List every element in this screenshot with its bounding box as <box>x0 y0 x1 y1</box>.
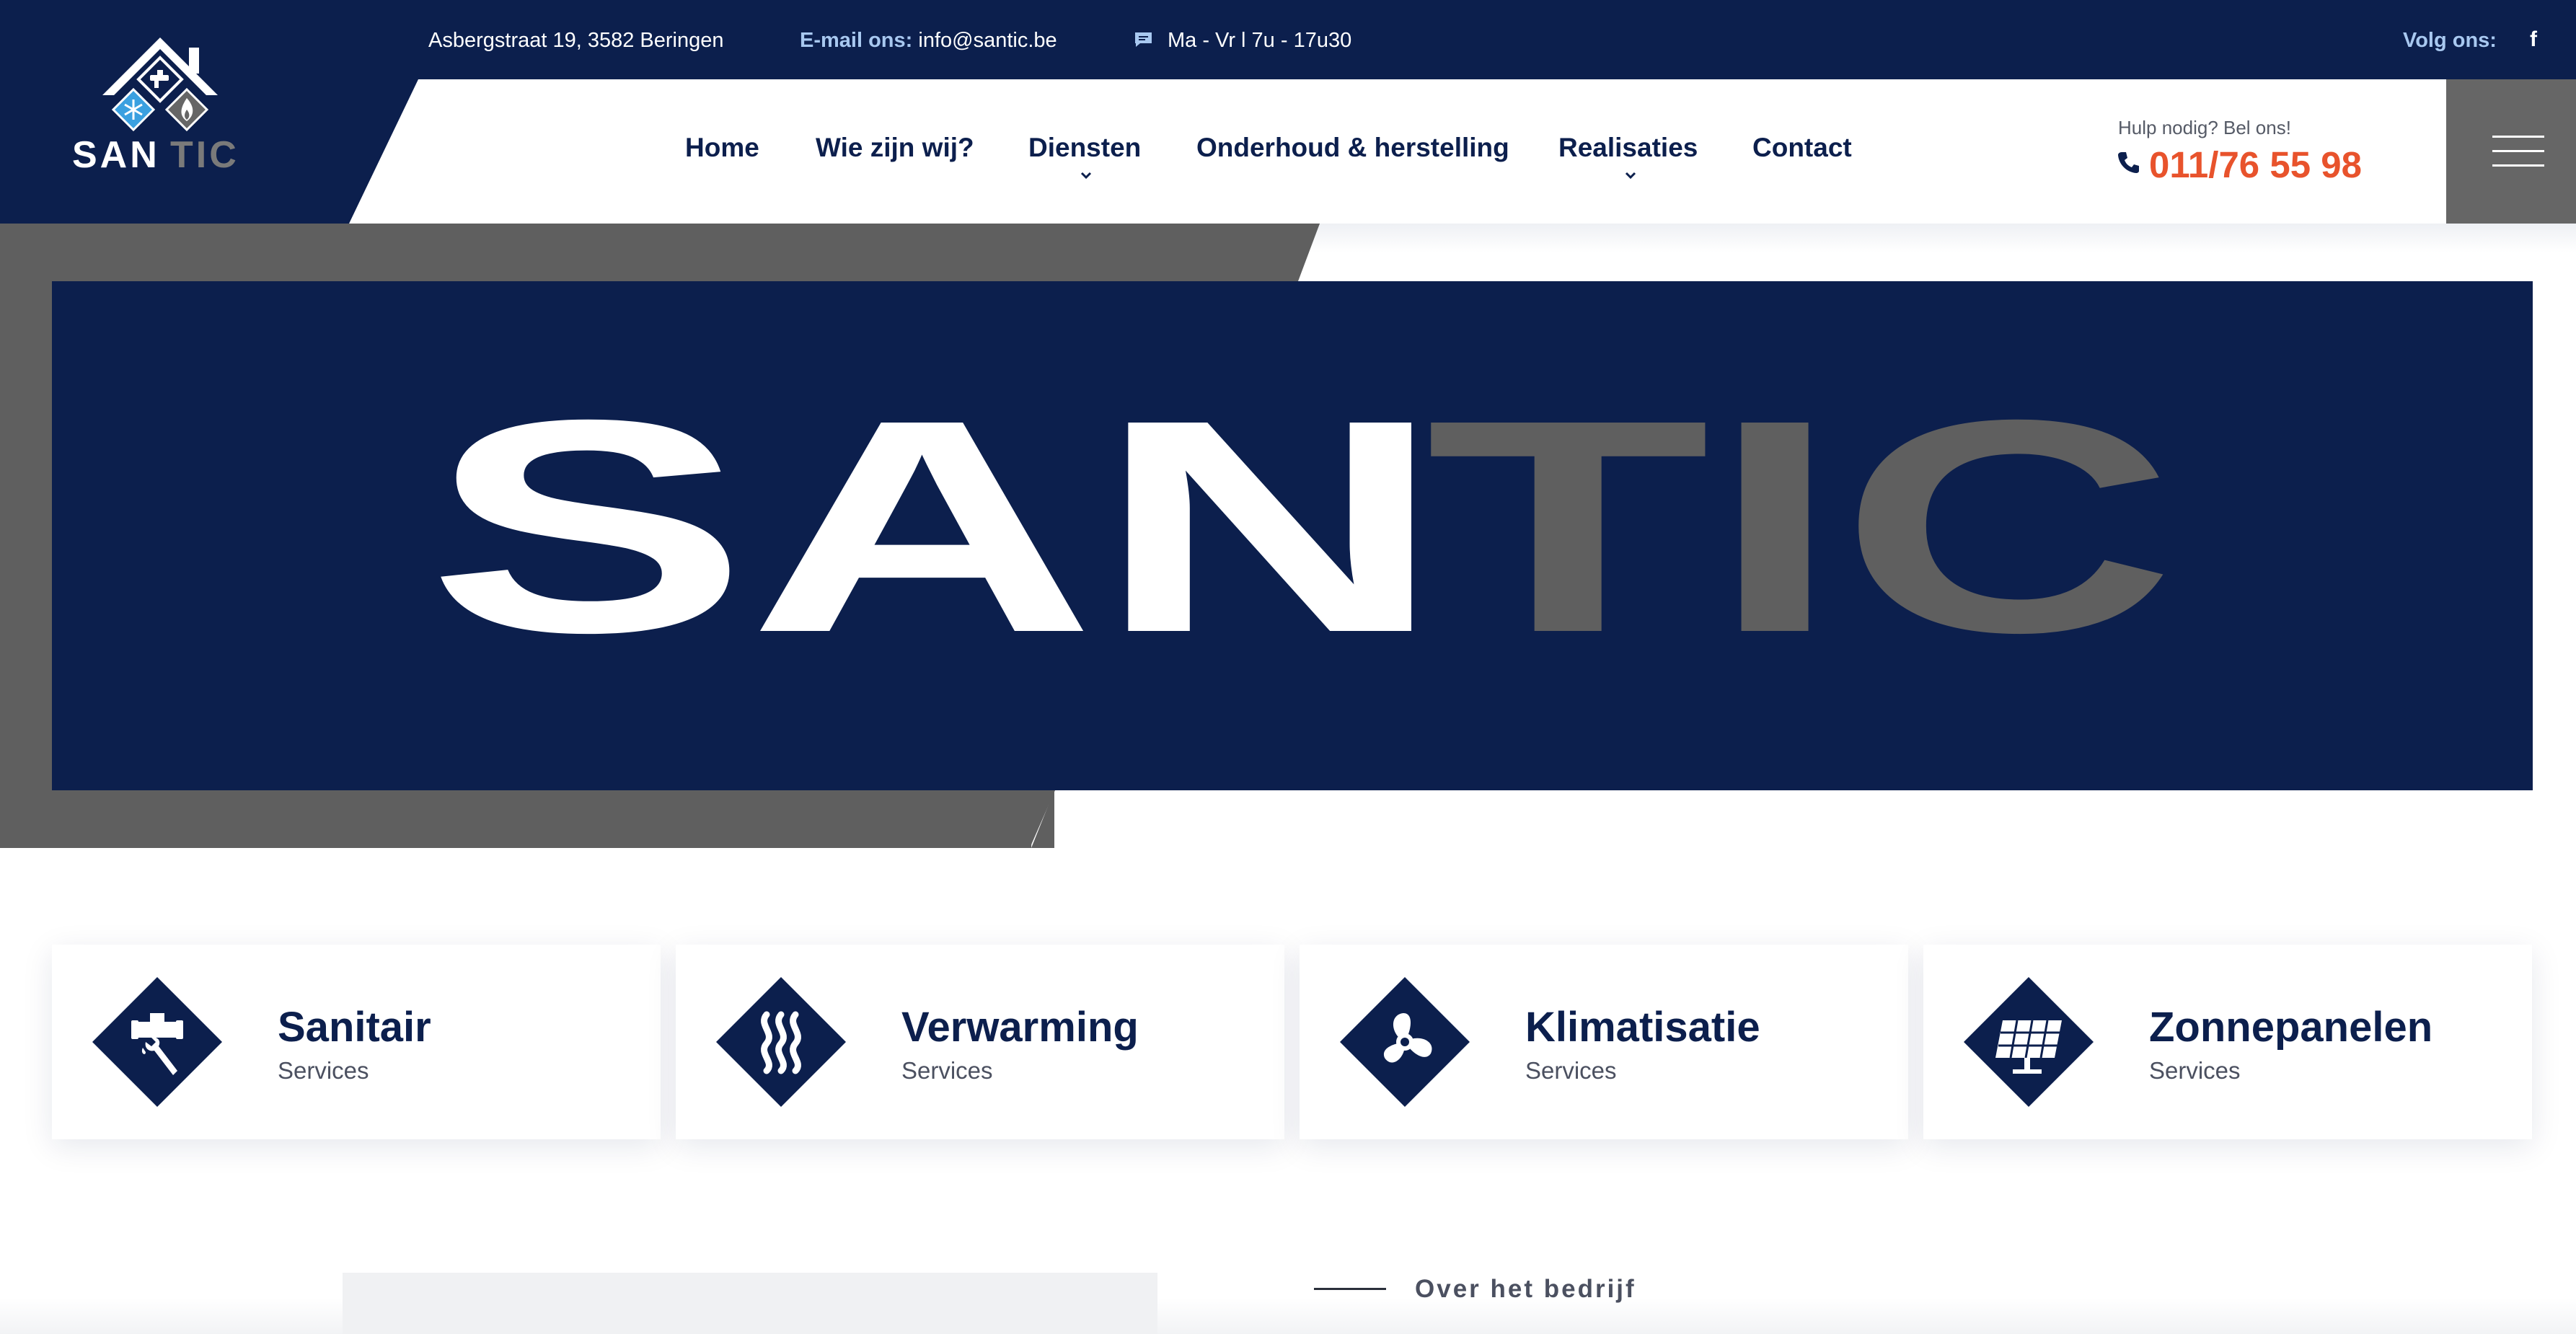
logo-text-secondary: TIC <box>170 134 239 176</box>
help-text: Hulp nodig? Bel ons! <box>2118 117 2291 138</box>
phone-number[interactable]: 011/76 55 98 <box>2149 143 2362 187</box>
nav-item-realisaties[interactable]: Realisaties <box>1558 131 1698 164</box>
service-card-klimatisatie[interactable]: Klimatisatie Services <box>1300 945 1908 1139</box>
address-text: Asbergstraat 19, 3582 Beringen <box>428 29 724 52</box>
page: { "topbar": { "address": "Asbergstraat 1… <box>0 0 2576 1334</box>
nav-item-diensten[interactable]: Diensten <box>1028 131 1141 164</box>
fan-icon <box>1340 977 1470 1107</box>
faucet-wrench-icon <box>92 977 222 1107</box>
service-title: Zonnepanelen <box>2149 1004 2433 1051</box>
chevron-down-icon[interactable] <box>1079 170 1093 180</box>
logo-text-primary: SAN <box>72 134 160 176</box>
follow-label: Volg ons: <box>2403 29 2497 52</box>
nav-item-home[interactable]: Home <box>685 131 759 164</box>
service-subtitle: Services <box>2149 1057 2241 1084</box>
hero-brand-wordmark: SAN TIC <box>427 358 2176 696</box>
opening-hours: Ma - Vr l 7u - 17u30 <box>1168 29 1352 52</box>
hero-brand-secondary: TIC <box>1426 358 2176 696</box>
service-card-zonnepanelen[interactable]: Zonnepanelen Services <box>1923 945 2532 1139</box>
service-subtitle: Services <box>901 1057 993 1084</box>
service-subtitle: Services <box>278 1057 369 1084</box>
phone-icon <box>2118 152 2139 173</box>
service-title: Sanitair <box>278 1004 431 1051</box>
solar-panel-icon <box>1964 977 2094 1107</box>
nav-item-onderhoud[interactable]: Onderhoud & herstelling <box>1196 131 1509 164</box>
menu-button[interactable] <box>2446 79 2576 224</box>
nav-item-contact[interactable]: Contact <box>1752 131 1852 164</box>
email-value[interactable]: info@santic.be <box>918 29 1057 52</box>
heat-waves-icon <box>716 977 846 1107</box>
service-title: Verwarming <box>901 1004 1139 1051</box>
facebook-icon[interactable]: f <box>2524 27 2543 52</box>
about-image-placeholder <box>343 1273 1157 1334</box>
service-card-verwarming[interactable]: Verwarming Services <box>676 945 1284 1139</box>
chevron-down-icon[interactable] <box>1623 170 1638 180</box>
chat-icon <box>1135 32 1152 47</box>
logo-panel[interactable]: SAN TIC <box>0 0 418 224</box>
hero-banner: SAN TIC <box>52 281 2533 790</box>
nav-item-wie-zijn-wij[interactable]: Wie zijn wij? <box>816 131 974 164</box>
hero-brand-primary: SAN <box>427 358 1444 696</box>
service-subtitle: Services <box>1525 1057 1617 1084</box>
service-title: Klimatisatie <box>1525 1004 1760 1051</box>
service-card-sanitair[interactable]: Sanitair Services <box>52 945 661 1139</box>
email-label: E-mail ons: <box>800 29 913 52</box>
about-kicker: Over het bedrijf <box>1415 1275 1636 1303</box>
email-contact[interactable]: E-mail ons: info@santic.be <box>800 26 1057 55</box>
kicker-line <box>1314 1288 1386 1290</box>
